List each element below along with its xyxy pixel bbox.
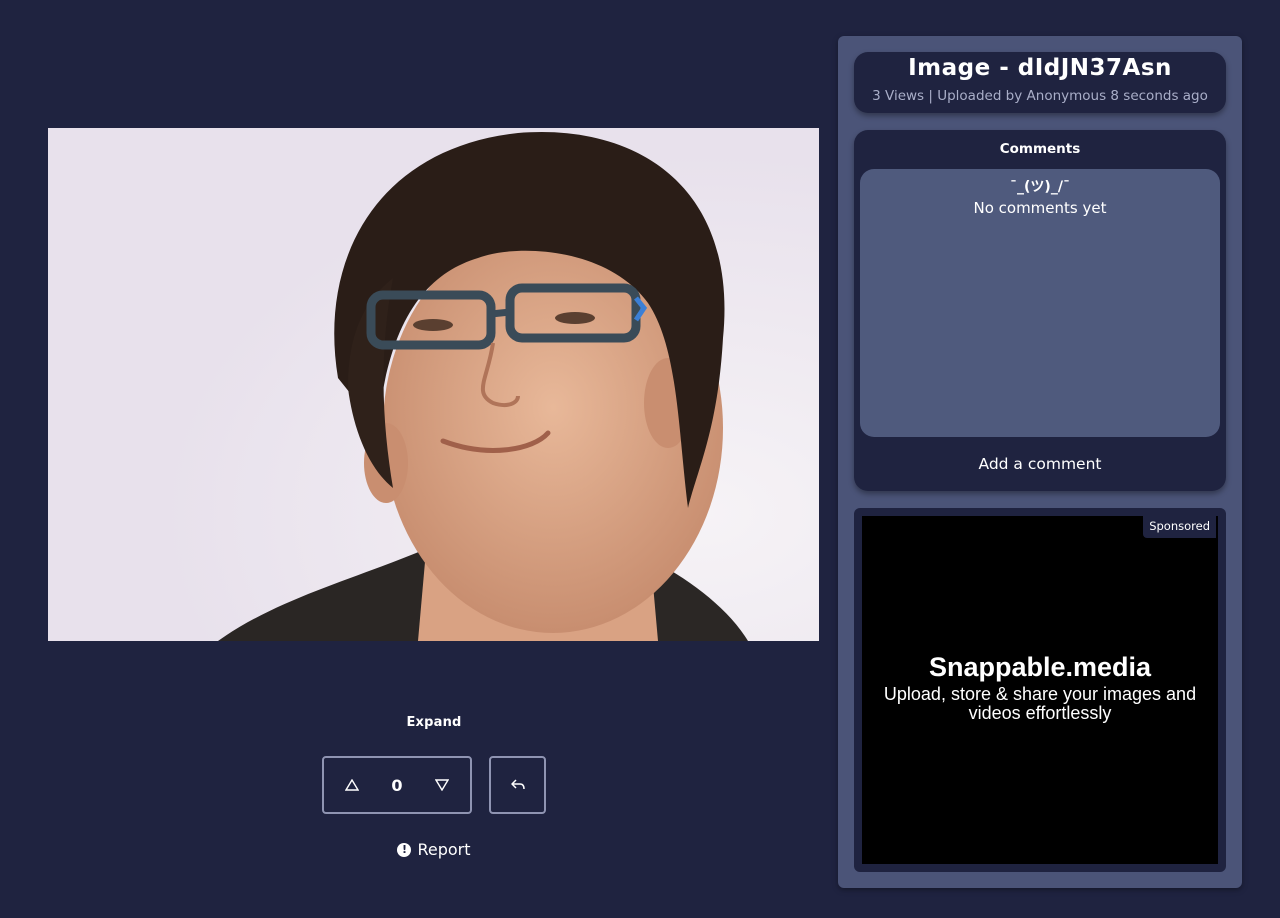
comments-list[interactable]: ¯_(ツ)_/¯ No comments yet: [860, 169, 1220, 437]
page: Expand 0 ! Report Image - dIdJN37Asn 3 V…: [0, 0, 1280, 918]
comments-panel: Comments ¯_(ツ)_/¯ No comments yet Add a …: [854, 130, 1226, 491]
report-label: Report: [417, 840, 471, 859]
page-title: Image - dIdJN37Asn: [908, 55, 1172, 81]
vote-count: 0: [391, 775, 403, 795]
vote-control: 0: [322, 756, 472, 814]
triangle-up-icon: [345, 779, 359, 791]
portrait-photo: [48, 128, 819, 641]
expand-button[interactable]: Expand: [384, 715, 484, 730]
ad-subtitle: Upload, store & share your images and vi…: [883, 684, 1197, 723]
sponsored-ad: Sponsored Snappable.media Upload, store …: [854, 508, 1226, 872]
ad-title: Snappable.media: [928, 652, 1152, 682]
ad-banner[interactable]: Sponsored Snappable.media Upload, store …: [862, 516, 1218, 864]
image-meta: 3 Views | Uploaded by Anonymous 8 second…: [872, 88, 1208, 104]
image-info-card: Image - dIdJN37Asn 3 Views | Uploaded by…: [854, 52, 1226, 113]
shrug-emoticon: ¯_(ツ)_/¯: [1010, 179, 1070, 195]
uploaded-image[interactable]: [48, 128, 819, 641]
comments-heading: Comments: [999, 141, 1081, 157]
downvote-button[interactable]: [432, 775, 452, 795]
triangle-down-icon: [434, 779, 449, 791]
reply-arrow-icon: [510, 779, 525, 790]
add-comment-button[interactable]: Add a comment: [854, 455, 1226, 473]
sponsored-badge: Sponsored: [1143, 516, 1216, 538]
report-button[interactable]: ! Report: [384, 840, 484, 859]
share-button[interactable]: [489, 756, 546, 814]
no-comments-text: No comments yet: [973, 199, 1107, 217]
upvote-button[interactable]: [342, 775, 362, 795]
exclamation-icon: !: [397, 842, 412, 857]
sidebar: Image - dIdJN37Asn 3 Views | Uploaded by…: [838, 36, 1242, 888]
